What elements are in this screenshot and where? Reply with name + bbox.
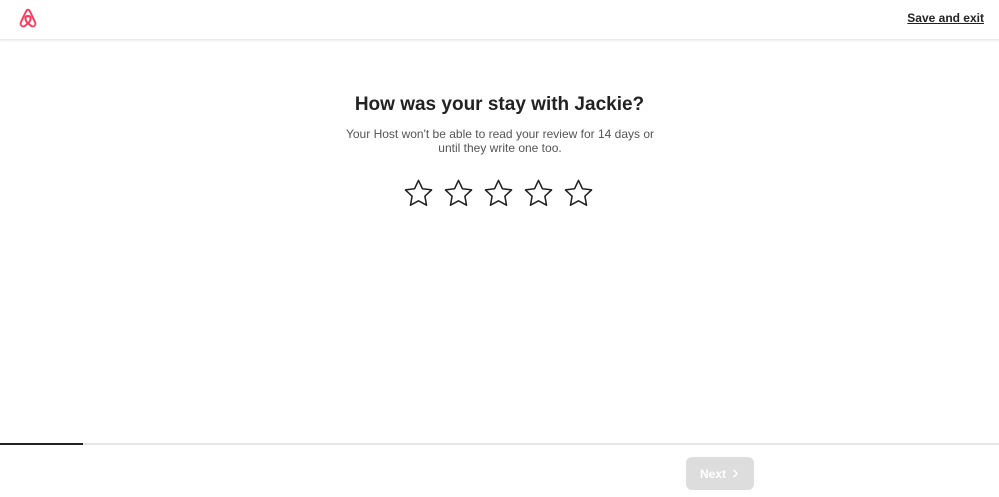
footer: Next xyxy=(0,443,999,497)
star-2-icon[interactable] xyxy=(443,178,474,209)
airbnb-logo-icon[interactable] xyxy=(17,7,39,29)
star-rating xyxy=(403,178,595,211)
progress-fill xyxy=(0,443,83,445)
header: Save and exit xyxy=(0,0,999,40)
next-button[interactable]: Next xyxy=(686,457,754,490)
page-title: How was your stay with Jackie? xyxy=(354,94,645,115)
star-5-icon[interactable] xyxy=(563,178,594,209)
star-1-icon[interactable] xyxy=(403,178,434,209)
save-and-exit-link[interactable]: Save and exit xyxy=(907,10,984,26)
progress-bar xyxy=(0,443,999,445)
review-content: How was your stay with Jackie? Your Host… xyxy=(0,40,999,443)
star-3-icon[interactable] xyxy=(483,178,514,209)
next-button-label: Next xyxy=(699,466,726,481)
star-4-icon[interactable] xyxy=(523,178,554,209)
review-notice: Your Host won't be able to read your rev… xyxy=(345,127,654,155)
chevron-right-icon xyxy=(733,469,738,478)
